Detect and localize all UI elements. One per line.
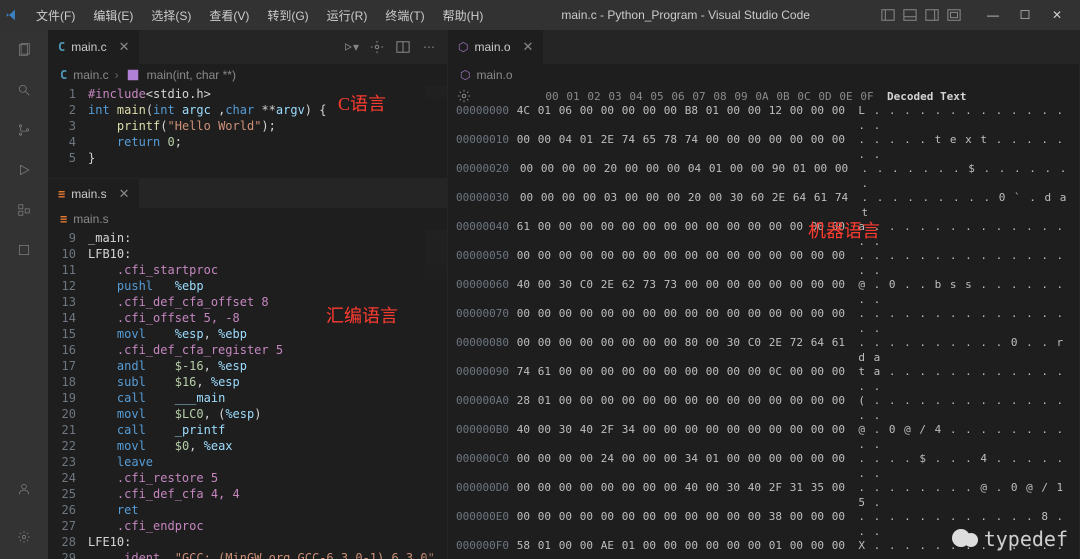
more-icon[interactable]: ⋯ [421, 39, 437, 55]
c-file-icon: C [58, 40, 65, 54]
hex-row[interactable]: 0000007000000000000000000000000000000000… [456, 307, 1071, 336]
layout-panel-right-icon[interactable] [924, 7, 940, 23]
close-icon[interactable]: ✕ [523, 39, 534, 55]
tab-main-c[interactable]: C main.c ✕ [48, 30, 140, 64]
watermark: typedef [952, 527, 1068, 551]
split-icon[interactable] [395, 39, 411, 55]
tab-label: main.s [71, 187, 106, 201]
hex-row[interactable]: 0000005000000000000000000000000000000000… [456, 249, 1071, 278]
hex-row[interactable]: 00000060400030C02E6273730000000000000000… [456, 278, 1071, 307]
wechat-icon [952, 527, 980, 551]
c-file-icon: C [60, 68, 67, 82]
hex-row[interactable]: 000000A028010000000000000000000000000000… [456, 394, 1071, 423]
menu-item[interactable]: 帮助(H) [435, 3, 492, 28]
function-icon [125, 67, 141, 83]
close-icon[interactable]: ✕ [119, 186, 130, 202]
hex-row[interactable]: 000000004C01060000000000B801000012000000… [456, 104, 1071, 133]
hex-row[interactable]: 000000300000000003000000200030602E646174… [456, 191, 1071, 220]
search-icon[interactable] [12, 78, 36, 102]
vscode-logo-icon [4, 7, 20, 23]
menu-item[interactable]: 文件(F) [28, 3, 83, 28]
breadcrumb[interactable]: ≡ main.s [48, 208, 447, 230]
layout-panel-bottom-icon[interactable] [902, 7, 918, 23]
hex-row[interactable]: 000000D00000000000000000400030402F313500… [456, 481, 1071, 510]
configure-icon[interactable] [369, 39, 385, 55]
c-editor[interactable]: C语言 1#include<stdio.h>2int main(int argc… [48, 86, 447, 178]
tab-label: main.o [474, 40, 510, 54]
breadcrumb[interactable]: ⬡ main.o [448, 64, 1079, 86]
menu-item[interactable]: 终端(T) [377, 3, 432, 28]
menu-item[interactable]: 选择(S) [143, 3, 199, 28]
hex-row[interactable]: 000000907461000000000000000000000C000000… [456, 365, 1071, 394]
asm-editor[interactable]: 汇编语言 9_main:10LFB10:11 .cfi_startproc12 … [48, 230, 447, 559]
hex-row[interactable]: 0000002000000000200000000401000090010000… [456, 162, 1071, 191]
tab-label: main.c [71, 40, 106, 54]
hex-row[interactable]: 000000C000000000240000003401000000000000… [456, 452, 1071, 481]
menu-item[interactable]: 运行(R) [319, 3, 376, 28]
close-icon[interactable]: ✕ [119, 39, 130, 55]
menu-item[interactable]: 查看(V) [201, 3, 257, 28]
tab-main-o[interactable]: ⬡ main.o ✕ [448, 30, 544, 64]
source-control-icon[interactable] [12, 118, 36, 142]
menu-item[interactable]: 编辑(E) [85, 3, 141, 28]
account-icon[interactable] [12, 477, 36, 501]
run-icon[interactable]: ▾ [343, 39, 359, 55]
hex-editor[interactable]: 机器语言 000000004C01060000000000B8010000120… [448, 104, 1079, 559]
close-button[interactable]: ✕ [1042, 3, 1072, 27]
explorer-icon[interactable] [12, 38, 36, 62]
minimize-button[interactable]: — [978, 3, 1008, 27]
hex-row[interactable]: 000000B0400030402F3400000000000000000000… [456, 423, 1071, 452]
layout-customize-icon[interactable] [946, 7, 962, 23]
maximize-button[interactable]: ☐ [1010, 3, 1040, 27]
settings-icon[interactable] [456, 88, 472, 104]
asm-file-icon: ≡ [60, 212, 67, 226]
extensions-icon[interactable] [12, 198, 36, 222]
tab-main-s[interactable]: ≡ main.s ✕ [48, 179, 140, 208]
hex-file-icon: ⬡ [460, 68, 470, 82]
menu-item[interactable]: 转到(G) [259, 3, 316, 28]
layout-panel-left-icon[interactable] [880, 7, 896, 23]
asm-file-icon: ≡ [58, 187, 65, 201]
window-title: main.c - Python_Program - Visual Studio … [491, 8, 880, 22]
hex-row[interactable]: 00000010000004012E7465787400000000000000… [456, 133, 1071, 162]
breadcrumb[interactable]: C main.c › main(int, char **) [48, 64, 447, 86]
test-icon[interactable] [12, 238, 36, 262]
run-debug-icon[interactable] [12, 158, 36, 182]
hex-file-icon: ⬡ [458, 40, 468, 54]
decoded-header: Decoded Text [887, 90, 966, 103]
hex-row[interactable]: 000000800000000000000000800030C02E726461… [456, 336, 1071, 365]
settings-gear-icon[interactable] [12, 525, 36, 549]
hex-row[interactable]: 0000004061000000000000000000000000000000… [456, 220, 1071, 249]
